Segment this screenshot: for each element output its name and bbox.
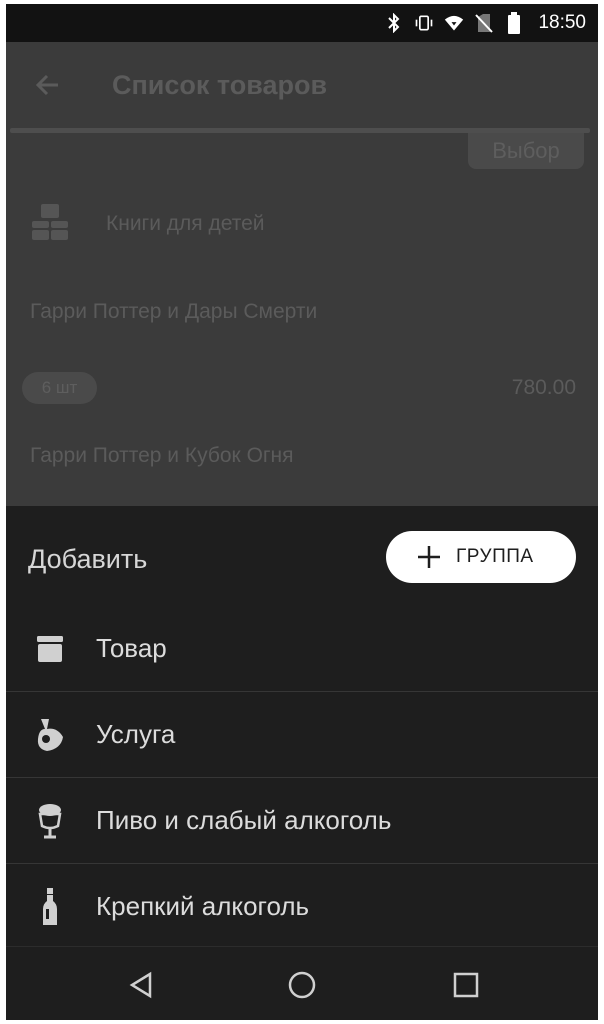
quantity-badge: 6 шт — [22, 372, 97, 404]
app-bar: Список товаров — [6, 42, 598, 128]
vibrate-icon — [414, 13, 434, 33]
status-bar: 18:50 — [6, 4, 598, 42]
sheet-item-strong-alcohol[interactable]: Крепкий алкоголь — [6, 864, 598, 950]
hand-ok-icon — [32, 715, 68, 755]
background-screen: Список товаров Выбор Книги для детей Гар… — [6, 42, 598, 506]
add-group-label: ГРУППА — [456, 546, 534, 567]
bottle-icon — [32, 887, 68, 927]
group-label: Книги для детей — [106, 212, 265, 235]
sheet-header: Добавить ГРУППА — [6, 506, 598, 606]
page-title: Список товаров — [112, 70, 328, 100]
product-name[interactable]: Гарри Поттер и Кубок Огня — [30, 444, 294, 468]
sheet-item-service[interactable]: Услуга — [6, 692, 598, 778]
bluetooth-icon — [384, 13, 404, 33]
product-name[interactable]: Гарри Поттер и Дары Смерти — [30, 300, 317, 324]
status-time: 18:50 — [538, 12, 586, 33]
nav-home-icon[interactable] — [286, 969, 318, 1001]
no-sim-icon — [474, 13, 494, 33]
sheet-item-label: Пиво и слабый алкоголь — [96, 805, 392, 835]
boxes-icon — [28, 202, 72, 246]
box-icon — [32, 629, 68, 669]
sheet-item-label: Крепкий алкоголь — [96, 891, 310, 921]
add-bottom-sheet: Добавить ГРУППА Товар Услуга Пиво и слаб… — [6, 506, 598, 950]
choose-button[interactable]: Выбор — [468, 133, 584, 169]
phone-screen: 18:50 Список товаров Выбор Книги для дет… — [6, 4, 598, 1020]
sheet-item-beer[interactable]: Пиво и слабый алкоголь — [6, 778, 598, 864]
sheet-item-product[interactable]: Товар — [6, 606, 598, 692]
product-price: 780.00 — [511, 376, 576, 399]
nav-back-icon[interactable] — [126, 969, 158, 1001]
plus-icon — [416, 544, 442, 570]
group-row[interactable]: Книги для детей — [6, 192, 598, 252]
beer-glass-icon — [32, 801, 68, 841]
add-group-button[interactable]: ГРУППА — [386, 531, 576, 583]
sheet-item-label: Услуга — [96, 719, 176, 749]
navigation-bar — [6, 946, 598, 1020]
sheet-item-label: Товар — [96, 633, 167, 663]
battery-icon — [504, 12, 524, 34]
nav-recents-icon[interactable] — [450, 969, 482, 1001]
sheet-title: Добавить — [28, 544, 148, 574]
back-arrow-icon[interactable] — [34, 71, 62, 99]
wifi-icon — [444, 13, 464, 33]
